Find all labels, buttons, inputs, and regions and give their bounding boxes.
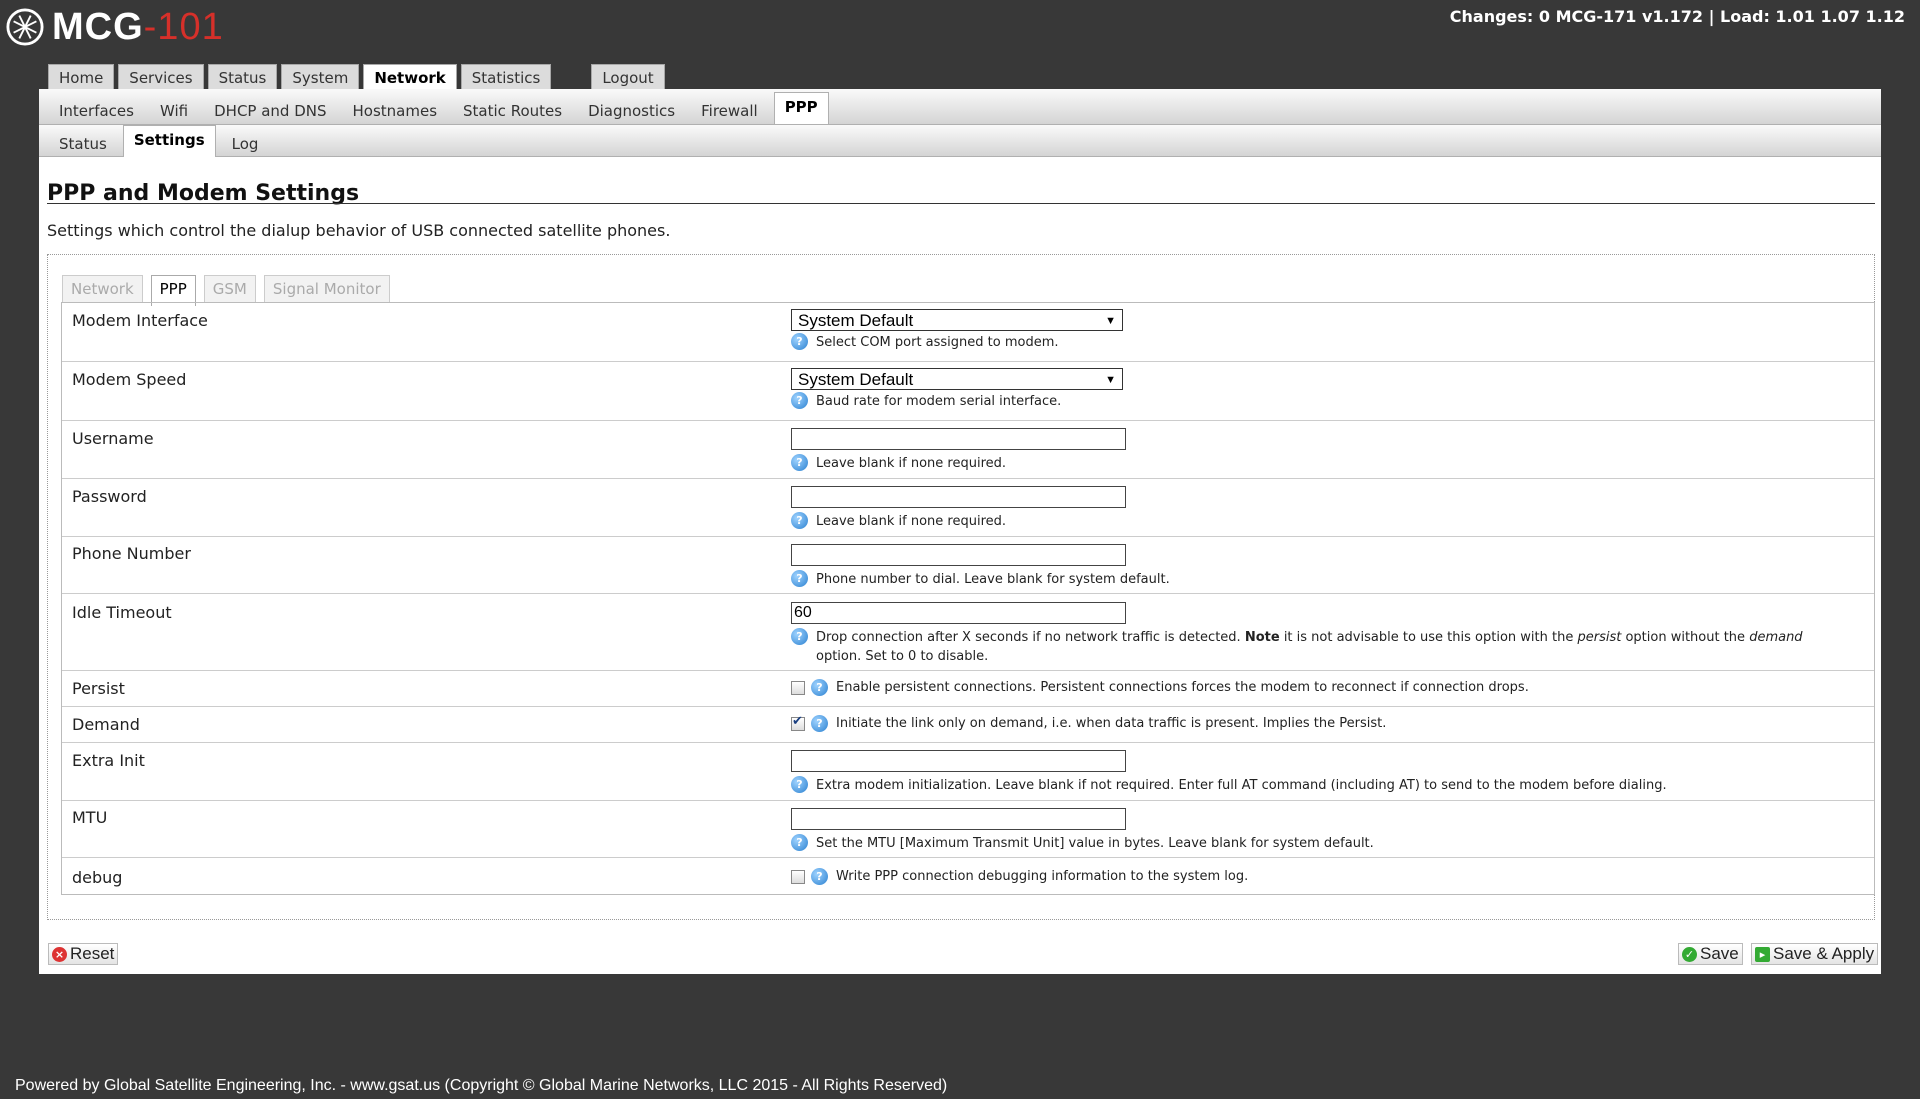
label-modem-speed: Modem Speed bbox=[72, 370, 187, 389]
ppp-subnav: Status Settings Log bbox=[39, 125, 1881, 157]
phone-number-input[interactable] bbox=[791, 544, 1126, 566]
tab-home[interactable]: Home bbox=[48, 64, 115, 91]
subnav-hostnames[interactable]: Hostnames bbox=[353, 99, 438, 124]
tab-logout[interactable]: Logout bbox=[591, 64, 665, 91]
help-modem-speed: Baud rate for modem serial interface. bbox=[816, 394, 1062, 409]
row-extra-init: Extra Init ? Extra modem initialization. … bbox=[62, 743, 1874, 801]
dropdown-arrow-icon: ▼ bbox=[1105, 374, 1116, 386]
help-icon: ? bbox=[791, 454, 808, 471]
label-username: Username bbox=[72, 429, 154, 448]
page-container: Interfaces Wifi DHCP and DNS Hostnames S… bbox=[39, 89, 1881, 974]
row-modem-interface: Modem Interface System Default ▼ ? Select … bbox=[62, 303, 1874, 362]
save-apply-button[interactable]: ▸ Save & Apply bbox=[1751, 943, 1879, 965]
footer: Powered by Global Satellite Engineering,… bbox=[15, 1077, 948, 1094]
title-divider bbox=[47, 203, 1875, 204]
label-password: Password bbox=[72, 487, 147, 506]
help-password: Leave blank if none required. bbox=[816, 514, 1007, 529]
subnav-ppp-settings[interactable]: Settings bbox=[122, 125, 216, 157]
label-phone-number: Phone Number bbox=[72, 544, 191, 563]
subnav-ppp[interactable]: PPP bbox=[773, 92, 829, 124]
label-persist: Persist bbox=[72, 679, 125, 698]
row-persist: Persist ? Enable persistent connections.… bbox=[62, 671, 1874, 707]
help-icon: ? bbox=[811, 868, 828, 885]
extra-init-input[interactable] bbox=[791, 750, 1126, 772]
mtu-input[interactable] bbox=[791, 808, 1126, 830]
help-username: Leave blank if none required. bbox=[816, 456, 1007, 471]
row-debug: debug ? Write PPP connection debugging i… bbox=[62, 858, 1874, 893]
settings-section: Network PPP GSM Signal Monitor Modem Int… bbox=[47, 254, 1875, 920]
subnav-diagnostics[interactable]: Diagnostics bbox=[588, 99, 675, 124]
logo: MCG-101 bbox=[6, 8, 224, 46]
help-icon: ? bbox=[791, 392, 808, 409]
help-icon: ? bbox=[811, 715, 828, 732]
help-icon: ? bbox=[791, 776, 808, 793]
logo-globe-icon bbox=[6, 8, 44, 46]
help-mtu: Set the MTU [Maximum Transmit Unit] valu… bbox=[816, 836, 1374, 851]
row-modem-speed: Modem Speed System Default ▼ ? Baud rate f… bbox=[62, 362, 1874, 421]
demand-checkbox[interactable] bbox=[791, 714, 805, 731]
tab-system[interactable]: System bbox=[281, 64, 360, 91]
tab-status[interactable]: Status bbox=[207, 64, 278, 91]
main-nav: Home Services Status System Network Stat… bbox=[48, 64, 665, 95]
ppp-settings-form: Modem Interface System Default ▼ ? Select … bbox=[61, 302, 1875, 895]
modem-speed-select[interactable]: System Default ▼ bbox=[791, 368, 1123, 390]
logo-text: MCG-101 bbox=[52, 6, 224, 48]
dropdown-arrow-icon: ▼ bbox=[1105, 315, 1116, 327]
section-tab-gsm[interactable]: GSM bbox=[203, 275, 256, 302]
debug-checkbox[interactable] bbox=[791, 869, 805, 884]
label-modem-interface: Modem Interface bbox=[72, 311, 208, 330]
help-icon: ? bbox=[811, 679, 828, 696]
help-icon: ? bbox=[791, 570, 808, 587]
section-tab-signal-monitor[interactable]: Signal Monitor bbox=[263, 275, 390, 302]
help-phone-number: Phone number to dial. Leave blank for sy… bbox=[816, 572, 1170, 587]
help-icon: ? bbox=[791, 512, 808, 529]
section-tab-network[interactable]: Network bbox=[62, 275, 143, 302]
username-input[interactable] bbox=[791, 428, 1126, 450]
tab-services[interactable]: Services bbox=[118, 64, 204, 91]
page-description: Settings which control the dialup behavi… bbox=[47, 221, 671, 240]
reset-button[interactable]: × Reset bbox=[48, 943, 119, 965]
subnav-static-routes[interactable]: Static Routes bbox=[463, 99, 562, 124]
help-persist: Enable persistent connections. Persisten… bbox=[836, 680, 1529, 695]
help-idle-timeout: Drop connection after X seconds if no ne… bbox=[816, 630, 1803, 664]
password-input[interactable] bbox=[791, 486, 1126, 508]
row-phone-number: Phone Number ? Phone number to dial. Leav… bbox=[62, 537, 1874, 594]
help-debug: Write PPP connection debugging informati… bbox=[836, 869, 1249, 884]
network-subnav: Interfaces Wifi DHCP and DNS Hostnames S… bbox=[39, 89, 1881, 125]
label-extra-init: Extra Init bbox=[72, 751, 145, 770]
row-username: Username ? Leave blank if none required. bbox=[62, 421, 1874, 479]
reset-icon: × bbox=[52, 946, 67, 962]
subnav-wifi[interactable]: Wifi bbox=[160, 99, 188, 124]
save-apply-icon: ▸ bbox=[1755, 946, 1770, 962]
tab-statistics[interactable]: Statistics bbox=[460, 64, 552, 91]
help-extra-init: Extra modem initialization. Leave blank … bbox=[816, 778, 1667, 793]
modem-interface-select[interactable]: System Default ▼ bbox=[791, 309, 1123, 331]
row-demand: Demand ? Initiate the link only on deman… bbox=[62, 707, 1874, 743]
idle-timeout-input[interactable] bbox=[791, 602, 1126, 624]
row-idle-timeout: Idle Timeout ? Drop connection after X se… bbox=[62, 594, 1874, 671]
label-demand: Demand bbox=[72, 715, 140, 734]
subnav-ppp-log[interactable]: Log bbox=[232, 132, 259, 157]
system-status: Changes: 0 MCG-171 v1.172 | Load: 1.01 1… bbox=[1449, 7, 1905, 26]
top-bar: MCG-101 Changes: 0 MCG-171 v1.172 | Load… bbox=[0, 0, 1920, 58]
subnav-ppp-status[interactable]: Status bbox=[59, 132, 107, 157]
help-icon: ? bbox=[791, 834, 808, 851]
row-mtu: MTU ? Set the MTU [Maximum Transmit Unit]… bbox=[62, 801, 1874, 858]
help-icon: ? bbox=[791, 333, 808, 350]
subnav-firewall[interactable]: Firewall bbox=[701, 99, 758, 124]
help-modem-interface: Select COM port assigned to modem. bbox=[816, 335, 1059, 350]
help-icon: ? bbox=[791, 628, 808, 645]
help-demand: Initiate the link only on demand, i.e. w… bbox=[836, 716, 1387, 731]
label-debug: debug bbox=[72, 868, 123, 887]
persist-checkbox[interactable] bbox=[791, 680, 805, 695]
label-mtu: MTU bbox=[72, 808, 108, 827]
save-button[interactable]: ✓ Save bbox=[1678, 943, 1743, 965]
subnav-interfaces[interactable]: Interfaces bbox=[59, 99, 134, 124]
save-check-icon: ✓ bbox=[1682, 946, 1697, 962]
row-password: Password ? Leave blank if none required. bbox=[62, 479, 1874, 537]
label-idle-timeout: Idle Timeout bbox=[72, 603, 172, 622]
subnav-dhcp-dns[interactable]: DHCP and DNS bbox=[214, 99, 326, 124]
